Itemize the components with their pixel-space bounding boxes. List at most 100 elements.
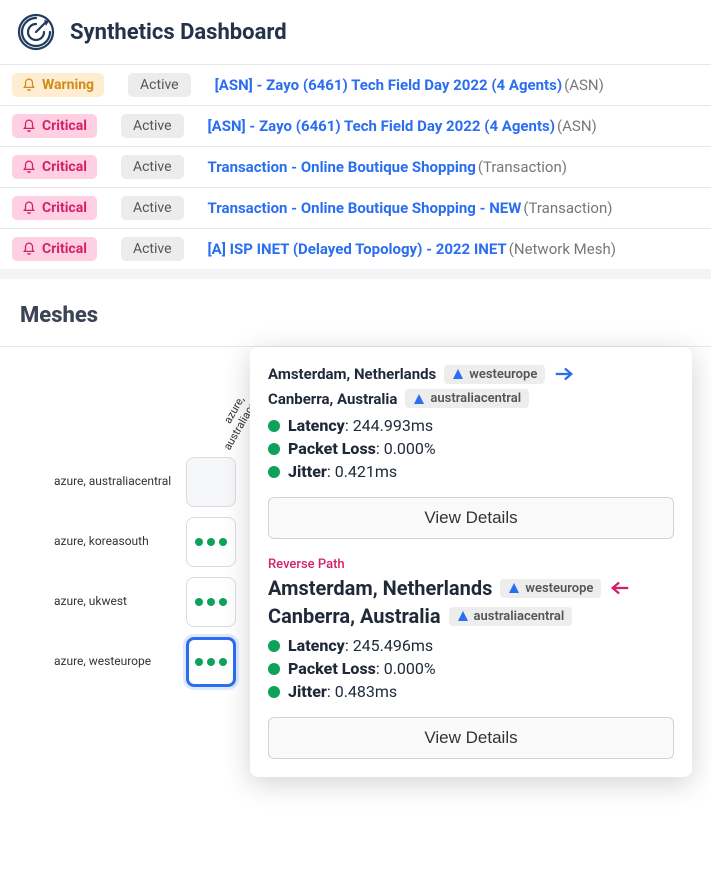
mesh-area: azure, australiacentral azure, australia…: [0, 347, 711, 827]
metric-packet-loss: Packet Loss: 0.000%: [268, 439, 674, 458]
mesh-row-label: azure, ukwest: [54, 594, 180, 610]
severity-badge-label: Critical: [42, 159, 87, 175]
metric-label: Latency: [288, 416, 345, 435]
metric-label: Jitter: [288, 462, 327, 481]
mesh-row: azure, westeurope: [54, 637, 236, 687]
region-chip-label: westeurope: [525, 581, 593, 596]
region-chip: australiacentral: [449, 607, 573, 626]
bell-icon: [22, 78, 36, 92]
azure-icon: [452, 368, 464, 380]
reverse-metrics: Latency: 245.496ms Packet Loss: 0.000% J…: [268, 636, 674, 701]
severity-badge-label: Warning: [42, 77, 94, 93]
alert-link[interactable]: [A] ISP INET (Delayed Topology) - 2022 I…: [208, 240, 507, 258]
metric-label: Jitter: [288, 682, 327, 701]
app-logo-icon: [16, 12, 56, 52]
severity-badge-label: Critical: [42, 241, 87, 257]
severity-badge-label: Critical: [42, 200, 87, 216]
mesh-detail-popover: Amsterdam, Netherlands westeurope Canber…: [250, 347, 692, 777]
alert-link[interactable]: Transaction - Online Boutique Shopping: [208, 158, 476, 176]
azure-icon: [457, 610, 469, 622]
alert-row: Critical Active [ASN] - Zayo (6461) Tech F…: [0, 105, 711, 146]
status-dot-icon: [268, 420, 280, 432]
status-dot-icon: [268, 443, 280, 455]
path-from-city: Amsterdam, Netherlands: [268, 576, 492, 600]
severity-badge: Critical: [12, 237, 97, 261]
state-badge: Active: [121, 196, 184, 220]
alert-link[interactable]: [ASN] - Zayo (6461) Tech Field Day 2022 …: [215, 76, 563, 94]
page-title: Synthetics Dashboard: [70, 20, 287, 45]
reverse-to-line: Canberra, Australia australiacentral: [268, 604, 674, 628]
bell-icon: [22, 160, 36, 174]
path-from-line: Amsterdam, Netherlands westeurope: [268, 363, 674, 385]
alert-row: Warning Active [ASN] - Zayo (6461) Tech Fi…: [0, 65, 711, 105]
status-dot-icon: [268, 466, 280, 478]
metric-value: : 244.993ms: [345, 416, 433, 435]
status-dot-icon: [268, 686, 280, 698]
metric-latency: Latency: 245.496ms: [268, 636, 674, 655]
region-chip-label: australiacentral: [430, 391, 521, 406]
azure-icon: [508, 582, 520, 594]
state-badge: Active: [121, 155, 184, 179]
metric-label: Latency: [288, 636, 345, 655]
mesh-cell-selected[interactable]: [186, 637, 236, 687]
mesh-cell[interactable]: [186, 517, 236, 567]
metric-value: : 0.000%: [376, 439, 436, 458]
path-to-city: Canberra, Australia: [268, 604, 441, 628]
state-badge: Active: [128, 73, 191, 97]
alert-title-cell: [ASN] - Zayo (6461) Tech Field Day 2022 …: [215, 76, 699, 94]
view-details-button[interactable]: View Details: [268, 497, 674, 539]
azure-icon: [413, 393, 425, 405]
metric-latency: Latency: 244.993ms: [268, 416, 674, 435]
reverse-from-line: Amsterdam, Netherlands westeurope: [268, 576, 674, 600]
mesh-cell[interactable]: [186, 577, 236, 627]
path-to-city: Canberra, Australia: [268, 390, 397, 408]
mesh-row-label: azure, westeurope: [54, 654, 180, 670]
alert-row: Critical Active Transaction - Online Bouti…: [0, 146, 711, 187]
metric-label: Packet Loss: [288, 439, 376, 458]
mesh-row-label: azure, koreasouth: [54, 534, 180, 550]
status-dot-icon: [268, 640, 280, 652]
metric-jitter: Jitter: 0.421ms: [268, 462, 674, 481]
severity-badge: Critical: [12, 196, 97, 220]
path-from-city: Amsterdam, Netherlands: [268, 365, 436, 383]
alert-title-cell: Transaction - Online Boutique Shopping(T…: [208, 158, 700, 176]
metric-jitter: Jitter: 0.483ms: [268, 682, 674, 701]
metric-value: : 0.421ms: [327, 462, 397, 481]
alert-title-cell: [ASN] - Zayo (6461) Tech Field Day 2022 …: [208, 117, 700, 135]
view-details-button[interactable]: View Details: [268, 717, 674, 759]
metric-label: Packet Loss: [288, 659, 376, 678]
alerts-table: Warning Active [ASN] - Zayo (6461) Tech Fi…: [0, 65, 711, 279]
metric-value: : 0.483ms: [327, 682, 397, 701]
severity-badge-label: Critical: [42, 118, 87, 134]
forward-metrics: Latency: 244.993ms Packet Loss: 0.000% J…: [268, 416, 674, 481]
region-chip-label: australiacentral: [474, 609, 565, 624]
alert-link[interactable]: Transaction - Online Boutique Shopping -…: [208, 199, 522, 217]
alert-row: Critical Active [A] ISP INET (Delayed Topo…: [0, 228, 711, 269]
severity-badge: Critical: [12, 114, 97, 138]
alert-link[interactable]: [ASN] - Zayo (6461) Tech Field Day 2022 …: [208, 117, 556, 135]
severity-badge: Warning: [12, 73, 104, 97]
path-to-line: Canberra, Australia australiacentral: [268, 389, 674, 408]
bell-icon: [22, 201, 36, 215]
alert-type-paren: (ASN): [557, 117, 597, 135]
alert-type-paren: (Transaction): [523, 199, 612, 217]
region-chip: westeurope: [444, 365, 545, 384]
alert-type-paren: (Transaction): [478, 158, 567, 176]
region-chip: australiacentral: [405, 389, 529, 408]
mesh-row-label: azure, australiacentral: [54, 474, 180, 490]
arrow-right-icon: [553, 363, 575, 385]
state-badge: Active: [121, 237, 184, 261]
state-badge: Active: [121, 114, 184, 138]
meshes-heading: Meshes: [0, 279, 711, 347]
app-header: Synthetics Dashboard: [0, 0, 711, 65]
status-dot-icon: [268, 663, 280, 675]
metric-value: : 0.000%: [376, 659, 436, 678]
metric-packet-loss: Packet Loss: 0.000%: [268, 659, 674, 678]
mesh-cell-self: [186, 457, 236, 507]
mesh-grid: azure, australiacentral azure, koreasout…: [54, 457, 236, 697]
alert-type-paren: (ASN): [564, 76, 604, 94]
alert-row: Critical Active Transaction - Online Bouti…: [0, 187, 711, 228]
alert-title-cell: Transaction - Online Boutique Shopping -…: [208, 199, 700, 217]
alert-type-paren: (Network Mesh): [509, 240, 616, 258]
metric-value: : 245.496ms: [345, 636, 433, 655]
